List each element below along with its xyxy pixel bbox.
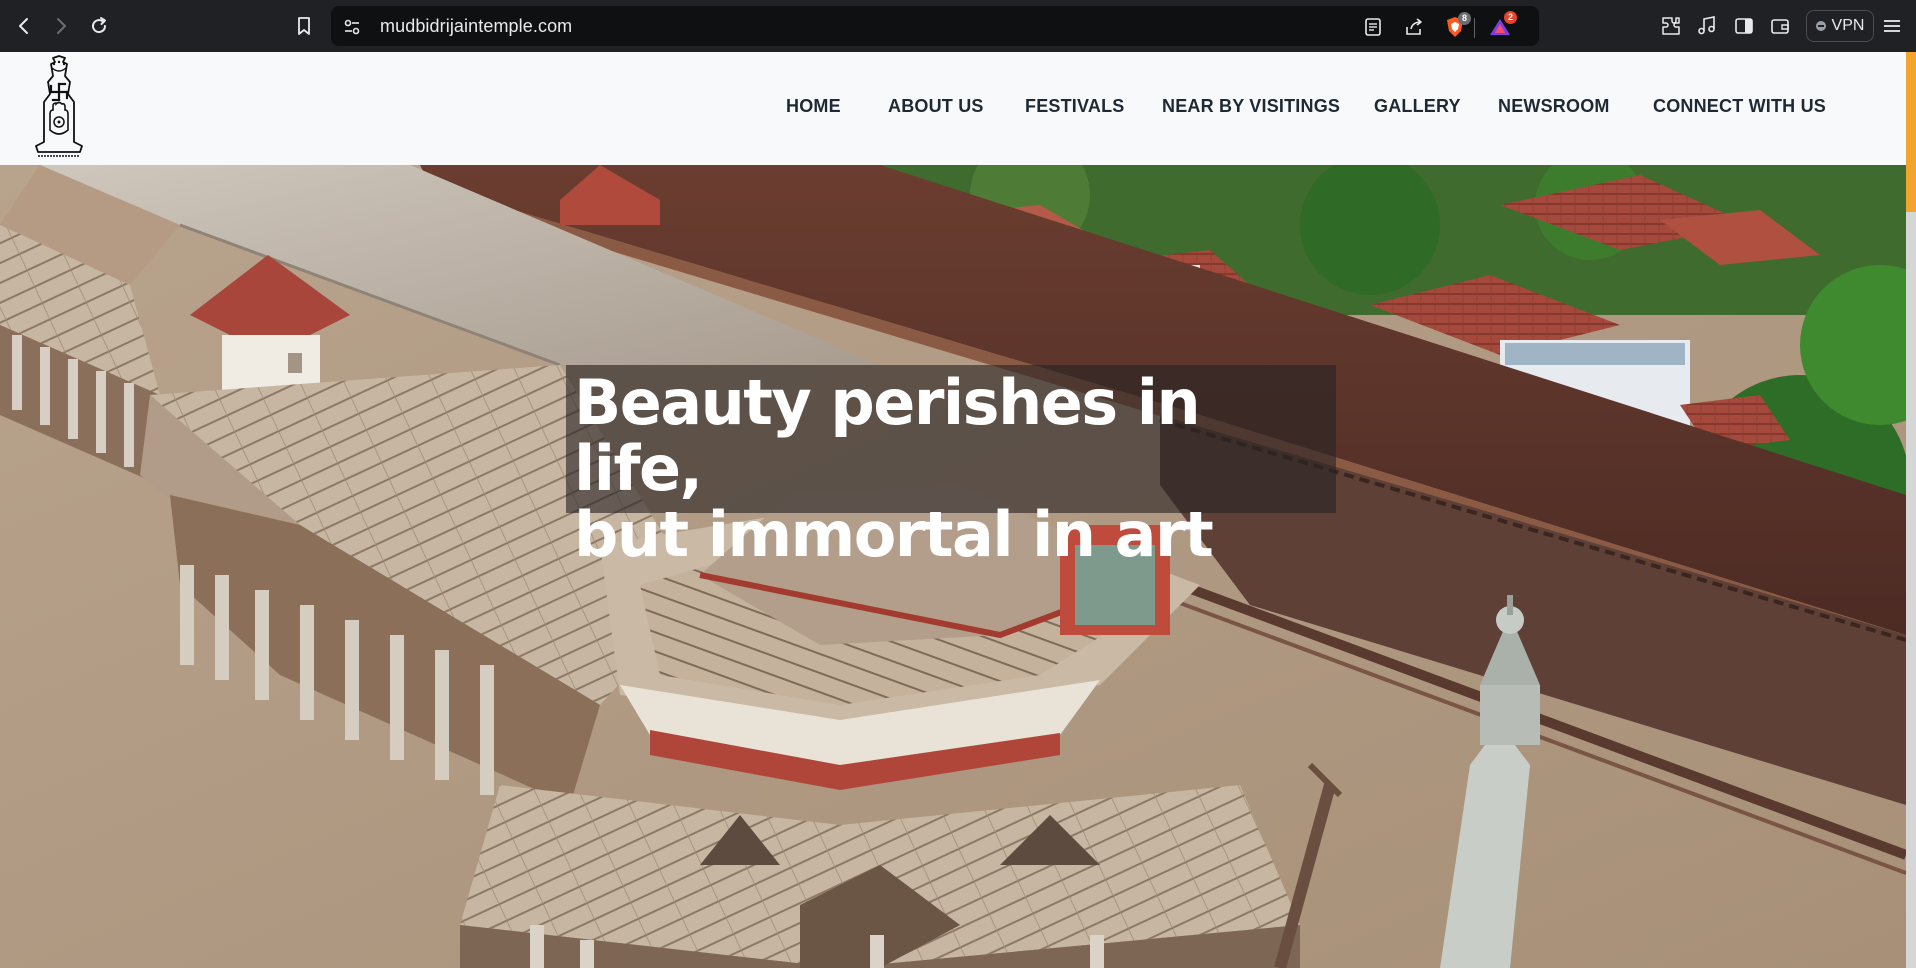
toolbar-divider <box>1474 18 1475 38</box>
address-bar[interactable]: mudbidrijaintemple.com 8 2 <box>331 6 1539 46</box>
forward-icon[interactable] <box>48 13 74 39</box>
menu-icon[interactable] <box>1880 14 1904 38</box>
back-icon[interactable] <box>11 13 37 39</box>
wallet-icon[interactable] <box>1768 14 1792 38</box>
reader-mode-icon[interactable] <box>1362 16 1384 38</box>
extensions-icon[interactable] <box>1659 14 1683 38</box>
jain-symbol-logo[interactable] <box>30 54 88 160</box>
site-info-icon[interactable] <box>343 18 361 36</box>
nav-newsroom[interactable]: NEWSROOM <box>1498 96 1610 117</box>
scrollbar-thumb[interactable] <box>1906 52 1916 212</box>
browser-toolbar: mudbidrijaintemple.com 8 2 VPN <box>0 0 1916 52</box>
rewards-count-badge: 2 <box>1504 11 1517 24</box>
nav-near-by-visitings[interactable]: NEAR BY VISITINGS <box>1162 96 1340 117</box>
nav-festivals[interactable]: FESTIVALS <box>1025 96 1124 117</box>
nav-about-us[interactable]: ABOUT US <box>888 96 984 117</box>
share-icon[interactable] <box>1403 16 1425 38</box>
nav-home[interactable]: HOME <box>786 96 841 117</box>
nav-gallery[interactable]: GALLERY <box>1374 96 1461 117</box>
hero-banner: Beauty perishes in life, but immortal in… <box>0 165 1906 968</box>
reload-icon[interactable] <box>86 13 112 39</box>
hero-headline-line-2: but immortal in art <box>574 498 1214 571</box>
vpn-status-icon <box>1815 21 1826 31</box>
hero-headline-line-1: Beauty perishes in life, <box>574 366 1201 505</box>
bookmark-icon[interactable] <box>291 13 317 39</box>
url-text[interactable]: mudbidrijaintemple.com <box>380 16 572 37</box>
nav-connect-with-us[interactable]: CONNECT WITH US <box>1653 96 1826 117</box>
media-icon[interactable] <box>1695 14 1719 38</box>
vpn-label: VPN <box>1831 17 1865 34</box>
shields-count-badge: 8 <box>1458 12 1471 25</box>
sidebar-icon[interactable] <box>1732 14 1756 38</box>
vpn-button[interactable]: VPN <box>1806 10 1874 42</box>
hero-headline: Beauty perishes in life, but immortal in… <box>574 370 1334 568</box>
